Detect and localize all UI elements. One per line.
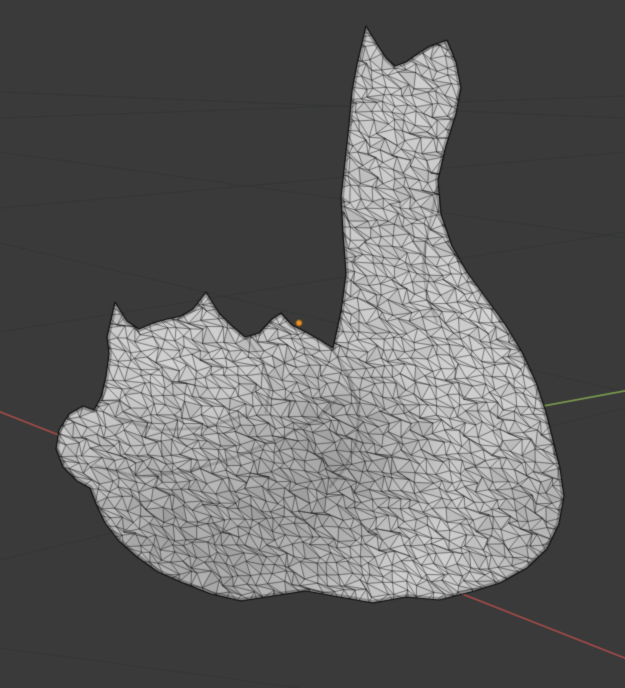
blender-3d-viewport[interactable] — [0, 0, 625, 688]
viewport-canvas[interactable] — [0, 0, 625, 688]
